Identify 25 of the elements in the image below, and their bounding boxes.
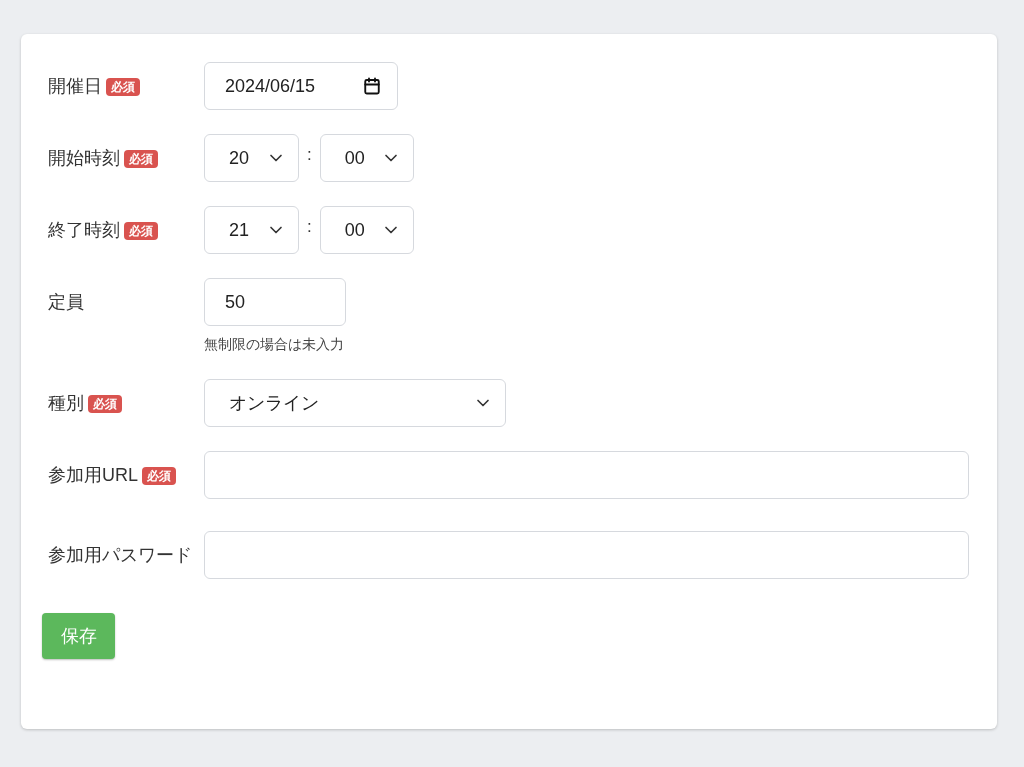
hour-select[interactable]: 21 <box>204 206 299 254</box>
calendar-icon <box>363 77 381 95</box>
type-select[interactable]: オンライン <box>204 379 506 427</box>
required-badge: 必須 <box>88 395 122 414</box>
capacity-field[interactable]: 50 <box>204 278 346 326</box>
required-badge: 必須 <box>124 222 158 241</box>
time-separator: : <box>307 144 312 166</box>
minute-select[interactable]: 00 <box>319 134 414 182</box>
time-separator: : <box>307 216 312 238</box>
required-badge: 必須 <box>106 78 140 97</box>
field-label: 開始時刻 <box>48 148 120 168</box>
help-text: 無制限の場合は未入力 <box>204 335 345 354</box>
field-label: 開催日 <box>48 76 102 96</box>
field-label: 参加用パスワード <box>48 545 192 565</box>
required-badge: 必須 <box>142 467 176 486</box>
hour-select[interactable]: 20 <box>204 134 299 182</box>
date-field[interactable]: 2024/06/15 <box>204 62 398 110</box>
minute-select[interactable]: 00 <box>319 206 414 254</box>
field-label: 定員 <box>48 292 84 312</box>
required-badge: 必須 <box>124 150 158 169</box>
text-field[interactable] <box>204 451 969 499</box>
text-field[interactable] <box>204 531 969 579</box>
field-label: 種別 <box>48 393 84 413</box>
field-label: 終了時刻 <box>48 220 120 240</box>
field-label: 参加用URL <box>48 465 138 485</box>
